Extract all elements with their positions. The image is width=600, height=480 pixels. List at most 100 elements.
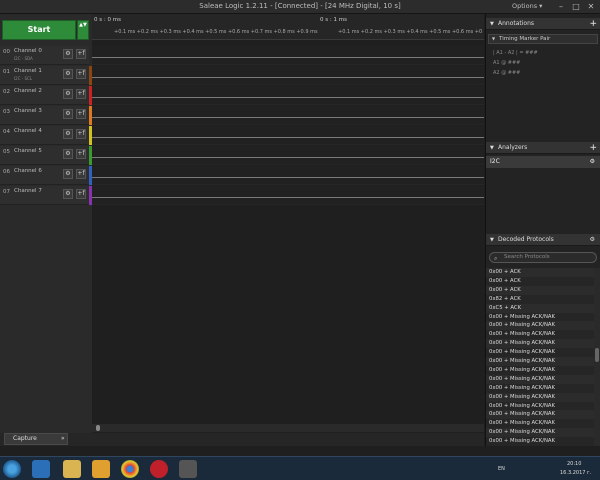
decoded-protocol-row[interactable]: 0x00 + Missing ACK/NAK bbox=[486, 428, 594, 438]
capture-tab[interactable]: Capture » bbox=[4, 433, 68, 445]
decoded-protocols-header[interactable]: ▼ Decoded Protocols ⚙ bbox=[486, 234, 600, 246]
channel-name[interactable]: Channel 4 bbox=[14, 128, 42, 134]
decoded-protocol-row[interactable]: 0x00 + Missing ACK/NAK bbox=[486, 365, 594, 375]
waveform-row[interactable] bbox=[92, 126, 484, 145]
clock-time[interactable]: 20:10 bbox=[567, 461, 581, 467]
channel-row[interactable]: 05 Channel 5 ⚙ +f bbox=[0, 146, 92, 165]
options-button[interactable]: Options ▾ bbox=[512, 2, 542, 10]
channel-trigger-button[interactable]: +f bbox=[76, 189, 86, 199]
channel-trigger-button[interactable]: +f bbox=[76, 89, 86, 99]
channel-settings-button[interactable]: ⚙ bbox=[63, 129, 73, 139]
decoded-protocol-row[interactable]: 0x00 + ACK bbox=[486, 276, 594, 286]
decoded-protocol-row[interactable]: 0x00 + Missing ACK/NAK bbox=[486, 321, 594, 331]
analyzer-i2c[interactable]: I2C ⚙ bbox=[486, 156, 600, 168]
decoded-protocol-row[interactable]: 0x00 + Missing ACK/NAK bbox=[486, 339, 594, 349]
channel-settings-button[interactable]: ⚙ bbox=[63, 189, 73, 199]
channel-settings-button[interactable]: ⚙ bbox=[63, 149, 73, 159]
channel-name[interactable]: Channel 0 bbox=[14, 48, 42, 54]
channel-name[interactable]: Channel 3 bbox=[14, 108, 42, 114]
channel-trigger-button[interactable]: +f bbox=[76, 109, 86, 119]
decoded-protocol-row[interactable]: 0x00 + Missing ACK/NAK bbox=[486, 383, 594, 393]
channel-name[interactable]: Channel 2 bbox=[14, 88, 42, 94]
annotations-header[interactable]: ▼ Annotations + bbox=[486, 18, 600, 30]
collapse-icon[interactable]: ▼ bbox=[490, 234, 494, 246]
channel-name[interactable]: Channel 1 bbox=[14, 68, 42, 74]
collapse-icon[interactable]: ▼ bbox=[490, 18, 494, 30]
channel-row[interactable]: 02 Channel 2 ⚙ +f bbox=[0, 86, 92, 105]
add-annotation-button[interactable]: + bbox=[589, 18, 597, 30]
channel-trigger-button[interactable]: +f bbox=[76, 69, 86, 79]
channel-row[interactable]: 00 Channel 0 I2C - SDA ⚙ +f bbox=[0, 46, 92, 65]
waveform-row[interactable] bbox=[92, 106, 484, 125]
decoded-protocol-row[interactable]: 0x00 + ACK bbox=[486, 285, 594, 295]
file-explorer-icon[interactable] bbox=[63, 460, 81, 478]
gear-icon[interactable]: ⚙ bbox=[590, 156, 595, 168]
waveform-row[interactable] bbox=[92, 66, 484, 85]
collapse-icon[interactable]: ▼ bbox=[490, 142, 494, 154]
channel-trigger-button[interactable]: +f bbox=[76, 129, 86, 139]
close-button[interactable]: ✕ bbox=[584, 2, 598, 12]
decoded-protocol-row[interactable]: 0x00 + Missing ACK/NAK bbox=[486, 348, 594, 358]
gear-icon[interactable]: ⚙ bbox=[590, 234, 595, 246]
timing-marker-pair[interactable]: ▼ Timing Marker Pair bbox=[488, 34, 598, 44]
decoded-protocol-row[interactable]: 0x00 + Missing ACK/NAK bbox=[486, 392, 594, 402]
channel-settings-button[interactable]: ⚙ bbox=[63, 49, 73, 59]
maximize-button[interactable]: □ bbox=[569, 2, 583, 12]
decoded-protocol-row[interactable]: 0x00 + Missing ACK/NAK bbox=[486, 410, 594, 420]
waveform-row[interactable] bbox=[92, 186, 484, 205]
internet-explorer-icon[interactable] bbox=[32, 460, 50, 478]
waveform-row[interactable] bbox=[92, 46, 484, 65]
decoded-protocol-row[interactable]: 0xC5 + ACK bbox=[486, 303, 594, 313]
waveform-row[interactable] bbox=[92, 146, 484, 165]
channel-name[interactable]: Channel 6 bbox=[14, 168, 42, 174]
search-protocols-input[interactable]: ⌕ Search Protocols bbox=[489, 252, 597, 263]
windows-start-icon[interactable] bbox=[3, 460, 21, 478]
channel-settings-button[interactable]: ⚙ bbox=[63, 169, 73, 179]
waveform-row[interactable] bbox=[92, 166, 484, 185]
media-player-icon[interactable] bbox=[92, 460, 110, 478]
decoded-protocol-row[interactable]: 0x00 + ACK bbox=[486, 268, 594, 277]
waveform-row[interactable] bbox=[92, 86, 484, 105]
horizontal-scrollbar[interactable] bbox=[92, 424, 484, 432]
add-analyzer-button[interactable]: + bbox=[589, 142, 597, 154]
chrome-icon[interactable] bbox=[121, 460, 139, 478]
channel-analyzer-label: I2C - SCL bbox=[14, 76, 33, 81]
channel-trigger-button[interactable]: +f bbox=[76, 149, 86, 159]
decoded-protocol-row[interactable]: 0x00 + Missing ACK/NAK bbox=[486, 419, 594, 429]
expand-icon[interactable]: » bbox=[61, 434, 65, 444]
channel-name[interactable]: Channel 5 bbox=[14, 148, 42, 154]
waveform-area[interactable]: 0 s : 0 ms 0 s : 1 ms +0.1 ms +0.2 ms +0… bbox=[92, 14, 484, 434]
protocols-scrollbar[interactable] bbox=[594, 268, 600, 446]
channel-row[interactable]: 03 Channel 3 ⚙ +f bbox=[0, 106, 92, 125]
channel-name[interactable]: Channel 7 bbox=[14, 188, 42, 194]
minimize-button[interactable]: – bbox=[554, 2, 568, 12]
decoded-protocol-row[interactable]: 0x00 + Missing ACK/NAK bbox=[486, 437, 594, 447]
decoded-protocol-row[interactable]: 0x00 + Missing ACK/NAK bbox=[486, 312, 594, 322]
channel-settings-button[interactable]: ⚙ bbox=[63, 109, 73, 119]
channel-settings-button[interactable]: ⚙ bbox=[63, 89, 73, 99]
device-icon[interactable] bbox=[179, 460, 197, 478]
channel-row[interactable]: 06 Channel 6 ⚙ +f bbox=[0, 166, 92, 185]
start-button[interactable]: Start bbox=[2, 20, 76, 40]
scroll-thumb[interactable] bbox=[595, 348, 599, 362]
language-indicator[interactable]: EN bbox=[498, 466, 505, 472]
scroll-thumb[interactable] bbox=[96, 425, 100, 431]
decoded-protocol-row[interactable]: 0x00 + Missing ACK/NAK bbox=[486, 374, 594, 384]
channel-row[interactable]: 01 Channel 1 I2C - SCL ⚙ +f bbox=[0, 66, 92, 85]
decoded-protocol-row[interactable]: 0x00 + Missing ACK/NAK bbox=[486, 357, 594, 366]
channel-row[interactable]: 07 Channel 7 ⚙ +f bbox=[0, 186, 92, 205]
channel-trigger-button[interactable]: +f bbox=[76, 49, 86, 59]
channel-trigger-button[interactable]: +f bbox=[76, 169, 86, 179]
channel-number: 00 bbox=[3, 49, 10, 55]
decoded-protocol-row[interactable]: 0x00 + Missing ACK/NAK bbox=[486, 401, 594, 411]
channel-settings-button[interactable]: ⚙ bbox=[63, 69, 73, 79]
waveform-line bbox=[92, 77, 484, 78]
saleae-logic-icon[interactable] bbox=[150, 460, 168, 478]
clock-date[interactable]: 16.3.2017 г. bbox=[560, 470, 591, 476]
decoded-protocol-row[interactable]: 0x00 + Missing ACK/NAK bbox=[486, 330, 594, 340]
start-options-arrows[interactable]: ▲▼ bbox=[77, 20, 89, 40]
channel-number: 01 bbox=[3, 69, 10, 75]
analyzers-header[interactable]: ▼ Analyzers + bbox=[486, 142, 600, 154]
decoded-protocol-row[interactable]: 0x82 + ACK bbox=[486, 294, 594, 304]
channel-row[interactable]: 04 Channel 4 ⚙ +f bbox=[0, 126, 92, 145]
